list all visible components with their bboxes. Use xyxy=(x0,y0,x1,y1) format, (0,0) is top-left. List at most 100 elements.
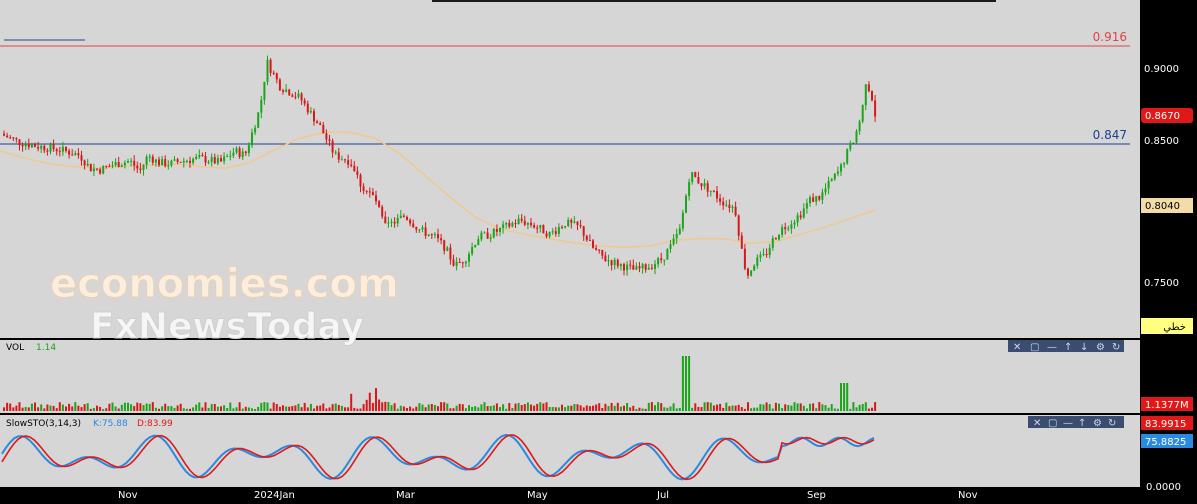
move-down-icon[interactable]: ↓ xyxy=(1080,342,1088,353)
candle-body xyxy=(108,166,111,168)
candle-body xyxy=(300,93,303,101)
volume-bar xyxy=(564,407,567,411)
volume-bar xyxy=(34,402,36,411)
candle-body xyxy=(260,99,263,113)
candle-body xyxy=(833,173,836,180)
volume-bar xyxy=(359,408,362,411)
volume-bar xyxy=(762,404,765,411)
settings-icon[interactable]: ⚙ xyxy=(1093,418,1102,429)
maximize-icon[interactable]: ▢ xyxy=(1030,342,1039,353)
y-tick-label: 0.8500 xyxy=(1144,136,1179,147)
vol-pane-toolbar[interactable]: ✕ ▢ — ↑ ↓ ⚙ ↻ xyxy=(1008,340,1124,353)
volume-bar xyxy=(68,403,71,411)
top-scroll-bar[interactable] xyxy=(432,0,996,2)
volume-bar xyxy=(511,408,514,411)
candle-body xyxy=(557,227,560,234)
volume-bar xyxy=(409,406,412,411)
candle-body xyxy=(793,222,796,225)
volume-bar xyxy=(440,402,443,411)
maximize-icon[interactable]: ▢ xyxy=(1048,418,1057,429)
candle-body xyxy=(616,259,619,267)
candle-body xyxy=(554,231,557,234)
volume-bar xyxy=(111,402,114,411)
volume-bar xyxy=(539,402,542,411)
candle-body xyxy=(49,144,52,152)
volume-bar xyxy=(601,408,604,411)
candle-body xyxy=(316,121,319,124)
volume-bar xyxy=(582,407,585,411)
candle-body xyxy=(505,223,508,225)
volume-bar xyxy=(756,407,759,411)
move-up-icon[interactable]: ↑ xyxy=(1064,342,1072,353)
candle-body xyxy=(195,156,198,159)
candle-body xyxy=(533,225,536,228)
candle-body xyxy=(666,248,669,260)
volume-bar xyxy=(533,405,536,411)
volume-bar xyxy=(468,405,470,411)
volume-bar xyxy=(61,404,64,411)
sto-pane-toolbar[interactable]: ✕ ▢ — ↑ ⚙ ↻ xyxy=(1028,416,1124,429)
volume-bar xyxy=(213,404,216,411)
candle-body xyxy=(328,139,331,141)
volume-bar xyxy=(300,407,303,411)
candle-body xyxy=(210,157,213,162)
volume-bar xyxy=(864,402,867,411)
candle-body xyxy=(30,144,33,148)
candle-body xyxy=(499,228,501,232)
candle-body xyxy=(700,183,703,187)
volume-bar xyxy=(821,404,824,411)
close-icon[interactable]: ✕ xyxy=(1033,418,1041,429)
candle-body xyxy=(133,160,136,166)
candle-body xyxy=(787,228,790,230)
candle-body xyxy=(458,262,461,263)
candle-body xyxy=(334,152,337,154)
candle-body xyxy=(871,91,873,101)
volume-bar xyxy=(561,404,563,411)
candle-body xyxy=(130,160,133,162)
volume-bar xyxy=(254,409,257,411)
candle-body xyxy=(294,96,297,98)
minimize-icon[interactable]: — xyxy=(1063,418,1073,429)
settings-icon[interactable]: ⚙ xyxy=(1096,342,1105,353)
volume-bar xyxy=(105,408,108,411)
candle-body xyxy=(83,160,86,166)
candle-body xyxy=(399,215,402,218)
volume-bar xyxy=(189,408,191,411)
candle-body xyxy=(712,190,715,192)
candle-body xyxy=(539,225,542,228)
volume-bar xyxy=(753,407,756,411)
volume-bar xyxy=(192,407,195,411)
volume-bar xyxy=(247,407,250,411)
candle-body xyxy=(213,157,216,164)
volume-bar xyxy=(799,403,802,411)
volume-bar xyxy=(96,405,98,411)
candle-body xyxy=(592,240,594,248)
volume-bar xyxy=(297,403,300,411)
refresh-icon[interactable]: ↻ xyxy=(1112,342,1120,353)
volume-bar xyxy=(102,409,105,411)
candle-body xyxy=(3,133,5,136)
volume-bar xyxy=(486,406,489,411)
volume-bar xyxy=(176,405,179,411)
volume-bar xyxy=(781,408,784,411)
candle-body xyxy=(660,258,663,260)
close-icon[interactable]: ✕ xyxy=(1013,342,1021,353)
minimize-icon[interactable]: — xyxy=(1047,342,1057,353)
candle-body xyxy=(778,234,780,240)
candle-body xyxy=(545,233,548,237)
volume-bar xyxy=(120,404,123,411)
move-up-icon[interactable]: ↑ xyxy=(1078,418,1086,429)
candle-body xyxy=(201,155,204,157)
x-tick-label: Nov xyxy=(118,490,138,501)
volume-bar xyxy=(694,403,697,411)
volume-bar xyxy=(520,405,523,411)
candle-body xyxy=(849,143,852,150)
candle-body xyxy=(802,208,805,218)
volume-bar xyxy=(731,405,734,411)
volume-bar xyxy=(747,402,749,411)
volume-bar xyxy=(130,404,133,411)
refresh-icon[interactable]: ↻ xyxy=(1108,418,1116,429)
volume-bar xyxy=(331,404,334,411)
volume-bar xyxy=(517,403,520,411)
volume-bar xyxy=(722,408,725,411)
